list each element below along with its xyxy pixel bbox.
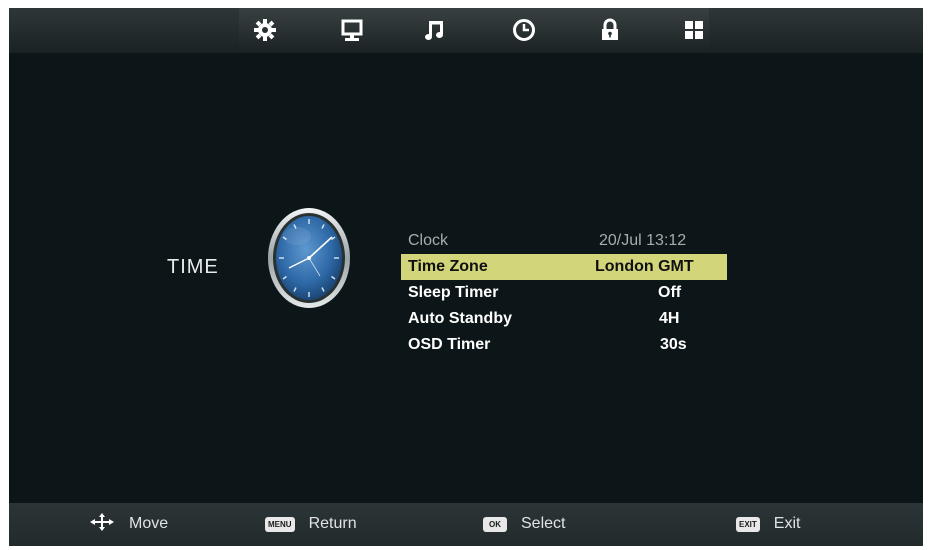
hint-move: Move — [89, 512, 169, 537]
hint-exit-label: Exit — [773, 515, 801, 532]
menu-item-value: 4H — [659, 310, 680, 327]
ok-key-icon: OK — [483, 516, 507, 532]
picture-settings-icon[interactable] — [252, 17, 278, 43]
menu-item-label: OSD Timer — [408, 336, 491, 353]
monitor-icon[interactable] — [339, 17, 365, 43]
lock-icon[interactable] — [597, 17, 623, 43]
menu-item-label: Time Zone — [408, 258, 488, 275]
section-title: TIME — [167, 256, 219, 278]
menu-key-icon: MENU — [265, 516, 295, 532]
hint-return: MENU Return — [265, 514, 357, 534]
menu-item-time-zone[interactable]: Time Zone London GMT — [401, 254, 727, 280]
hint-return-label: Return — [308, 515, 357, 532]
hint-select: OK Select — [483, 514, 565, 534]
grid-icon[interactable] — [681, 17, 707, 43]
menu-item-value: London GMT — [595, 258, 694, 275]
menu-item-auto-standby[interactable]: Auto Standby 4H — [401, 306, 727, 332]
menu-tab-bar — [9, 8, 923, 53]
menu-item-label: Auto Standby — [408, 310, 512, 327]
menu-item-osd-timer[interactable]: OSD Timer 30s — [401, 332, 727, 358]
clock-icon[interactable] — [511, 17, 537, 43]
exit-key-icon: EXIT — [736, 516, 760, 532]
menu-item-clock: Clock 20/Jul 13:12 — [401, 228, 727, 254]
hint-select-label: Select — [521, 515, 566, 532]
time-settings-menu: Clock 20/Jul 13:12 Time Zone London GMT … — [401, 228, 727, 358]
hint-move-label: Move — [129, 515, 169, 532]
menu-item-value: Off — [658, 284, 682, 301]
osd-screen: TIME Clock 20/Jul 13:12 Time Zone London… — [9, 8, 923, 546]
menu-item-label: Sleep Timer — [408, 284, 499, 301]
dpad-arrows-icon — [89, 512, 115, 537]
analog-clock-icon — [267, 206, 351, 310]
navigation-hint-bar: Move MENU Return OK Select EXIT Exit — [9, 503, 923, 546]
menu-item-label: Clock — [408, 232, 449, 249]
menu-item-value: 30s — [660, 336, 687, 353]
menu-item-value: 20/Jul 13:12 — [599, 232, 687, 249]
hint-exit: EXIT Exit — [736, 514, 800, 534]
music-note-icon[interactable] — [422, 17, 448, 43]
menu-item-sleep-timer[interactable]: Sleep Timer Off — [401, 280, 727, 306]
